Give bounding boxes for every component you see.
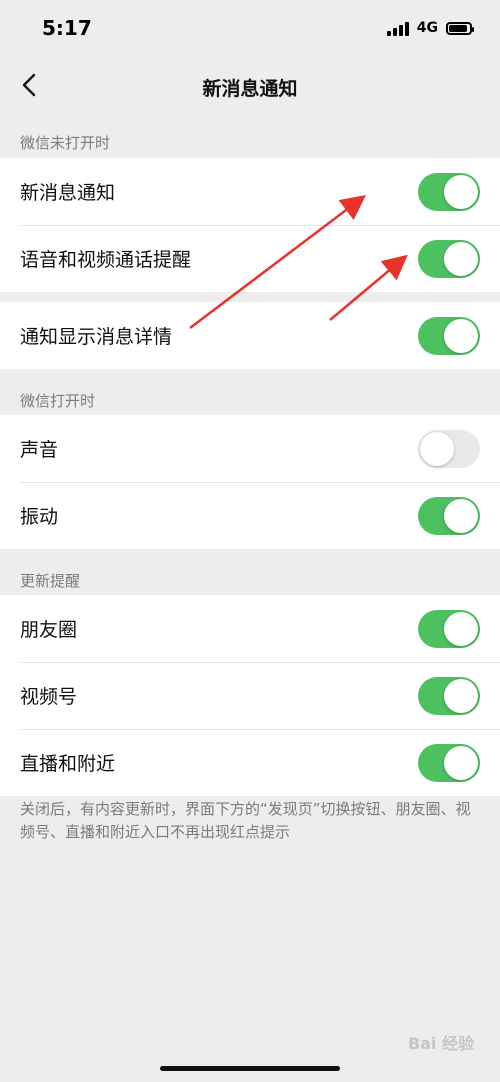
setting-label: 新消息通知: [20, 182, 116, 204]
footnote-text: 关闭后，有内容更新时，界面下方的“发现页”切换按钮、朋友圈、视频号、直播和附近入…: [20, 800, 471, 841]
setting-row-new-message-notification: 新消息通知: [0, 158, 500, 225]
setting-label: 声音: [20, 439, 59, 461]
new-message-notification-toggle[interactable]: [418, 172, 480, 211]
settings-group-wechat-closed: 新消息通知 语音和视频通话提醒: [0, 158, 500, 292]
setting-label: 朋友圈: [20, 619, 78, 641]
channels-toggle[interactable]: [418, 676, 480, 715]
battery-icon: [446, 21, 474, 35]
section-header-wechat-closed: 微信未打开时: [20, 134, 111, 152]
watermark: Bai 经验: [407, 1034, 474, 1053]
setting-row-channels: 视频号: [0, 662, 500, 729]
setting-row-live-nearby: 直播和附近: [0, 729, 500, 796]
live-nearby-toggle[interactable]: [418, 743, 480, 782]
setting-row-call-reminder: 语音和视频通话提醒: [0, 225, 500, 292]
setting-row-moments: 朋友圈: [0, 595, 500, 662]
setting-label: 语音和视频通话提醒: [20, 249, 192, 271]
status-bar: 5:17 4G: [0, 0, 500, 60]
setting-label: 振动: [20, 506, 59, 528]
home-indicator: [160, 1066, 340, 1071]
nav-bar: 新消息通知: [0, 60, 500, 112]
setting-row-sound: 声音: [0, 415, 500, 482]
status-time: 5:17: [42, 16, 92, 40]
settings-group-message-details: 通知显示消息详情: [0, 302, 500, 369]
sound-toggle[interactable]: [418, 429, 480, 468]
moments-toggle[interactable]: [418, 609, 480, 648]
signal-icon: [386, 20, 409, 36]
page-title: 新消息通知: [202, 78, 298, 100]
setting-label: 通知显示消息详情: [20, 326, 173, 348]
setting-label: 直播和附近: [20, 753, 116, 775]
section-header-update-reminder: 更新提醒: [20, 572, 81, 590]
settings-group-update-reminder: 朋友圈 视频号 直播和附近: [0, 595, 500, 796]
call-reminder-toggle[interactable]: [418, 239, 480, 278]
settings-group-wechat-open: 声音 振动: [0, 415, 500, 549]
network-type: 4G: [416, 20, 438, 36]
show-message-details-toggle[interactable]: [418, 316, 480, 355]
section-header-wechat-open: 微信打开时: [20, 392, 96, 410]
setting-row-show-message-details: 通知显示消息详情: [0, 302, 500, 369]
setting-row-vibration: 振动: [0, 482, 500, 549]
setting-label: 视频号: [20, 686, 78, 708]
vibration-toggle[interactable]: [418, 496, 480, 535]
status-indicators: 4G: [386, 20, 474, 36]
